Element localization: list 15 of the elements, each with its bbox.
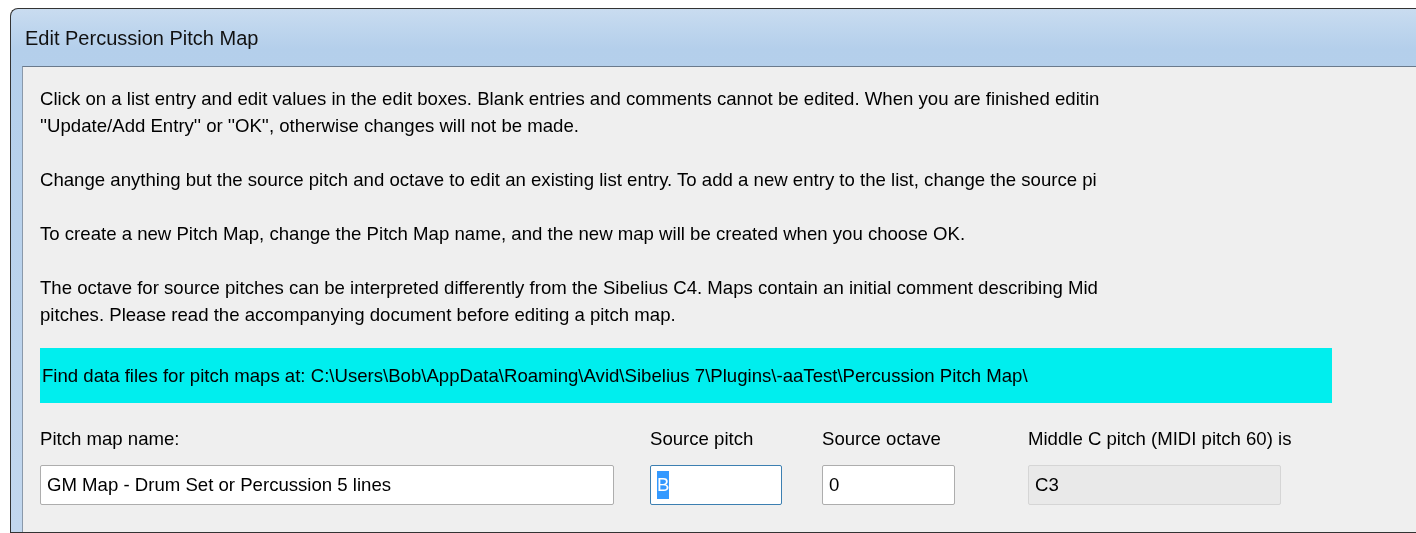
instruction-text: pitches. Please read the accompanying document before editing a pitch map. [40,303,676,327]
field-label: Middle C pitch (MIDI pitch 60) is [1028,427,1292,451]
instruction-text: Change anything but the source pitch and octave to edit an existing list entry. To add a new entry to the list, change the source pi [40,168,1097,192]
field-label: Pitch map name: [40,427,180,451]
instruction-text: Click on a list entry and edit values in the edit boxes. Blank entries and comments cannot be edited. When you are finished editin [40,87,1100,111]
instruction-text: ''Update/Add Entry'' or ''OK'', otherwise changes will not be made. [40,114,579,138]
input-field[interactable]: 0 [822,465,955,505]
input-field[interactable]: GM Map - Drum Set or Percussion 5 lines [40,465,614,505]
path-note: Find data files for pitch maps at: C:\Users\Bob\AppData\Roaming\Avid\Sibelius 7\Plugins\-aaTest\Percussion Pitch Map\ [40,348,1332,403]
instruction-text: The octave for source pitches can be interpreted differently from the Sibelius C4. Maps contain an initial comment describing Mid [40,276,1098,300]
window-title: Edit Percussion Pitch Map [25,25,259,51]
field-label: Source pitch [650,427,754,451]
field-label: Source octave [822,427,941,451]
input-field: C3 [1028,465,1281,505]
instruction-text: To create a new Pitch Map, change the Pitch Map name, and the new map will be created when you choose OK. [40,222,966,246]
